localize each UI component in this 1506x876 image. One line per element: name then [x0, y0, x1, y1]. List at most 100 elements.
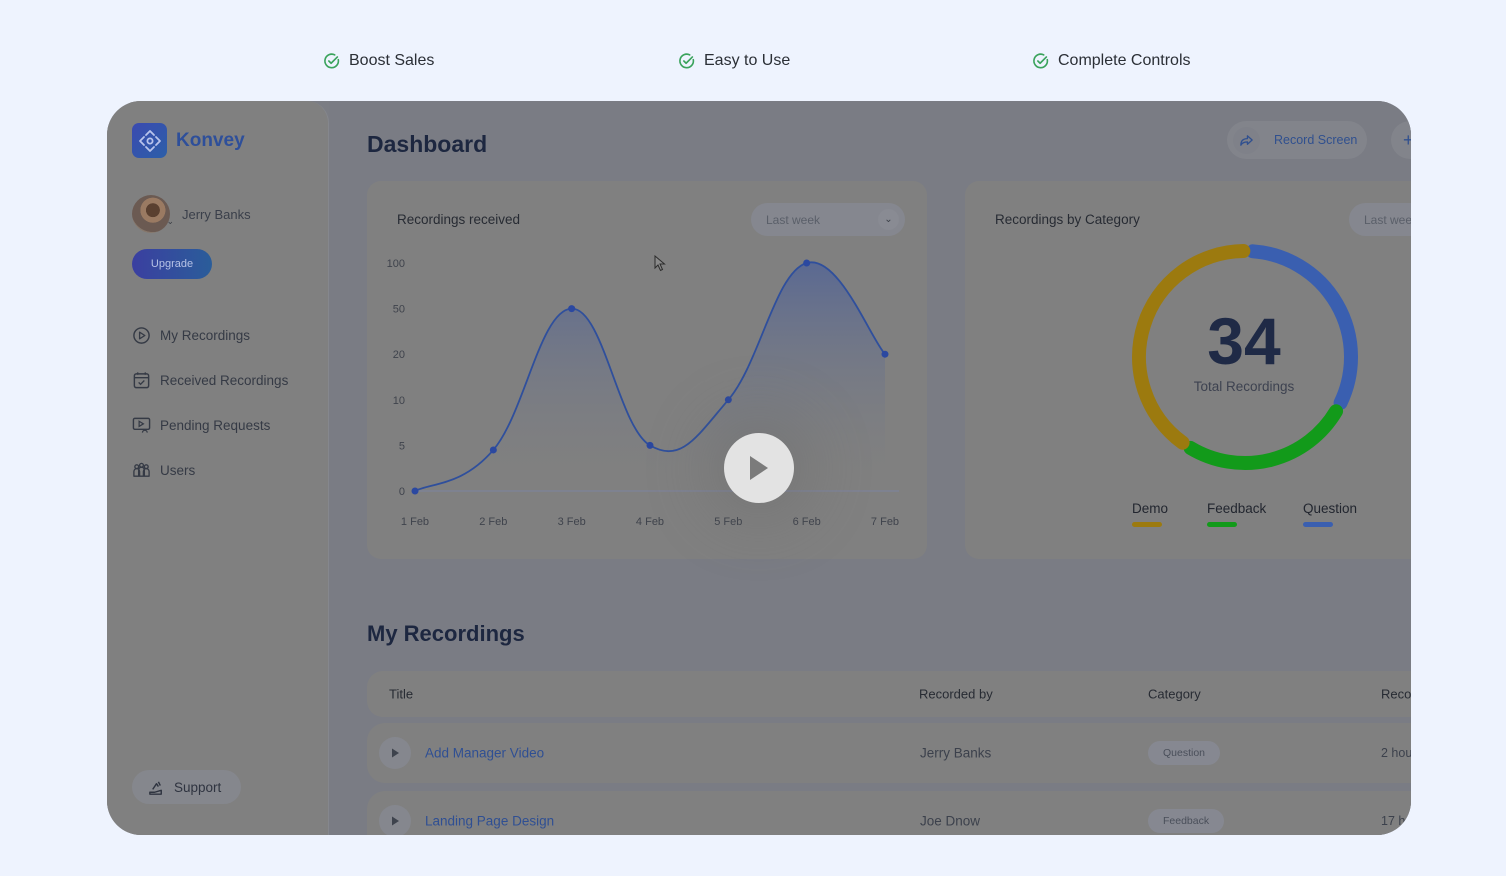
y-tick-label: 100 [387, 258, 405, 270]
feature-label: Easy to Use [704, 52, 791, 69]
record-screen-label: Record Screen [1274, 133, 1358, 147]
recording-title[interactable]: Add Manager Video [425, 746, 544, 761]
calendar-check-icon [133, 372, 150, 389]
legend-label: Feedback [1207, 501, 1267, 516]
brand-logo[interactable]: Konvey [132, 123, 245, 158]
feature-item: Boost Sales [323, 52, 434, 70]
total-recordings-value: 34 [1207, 304, 1281, 378]
x-tick-label: 7 Feb [871, 516, 899, 528]
data-point [646, 441, 654, 449]
data-point [568, 305, 576, 313]
recorded-by: Joe Dnow [920, 813, 981, 829]
share-arrow-icon [1233, 126, 1260, 154]
feature-label: Boost Sales [349, 52, 435, 69]
legend-feedback: Feedback [1207, 501, 1266, 527]
y-tick-label: 10 [393, 395, 405, 407]
data-point [489, 446, 497, 454]
brand-name: Konvey [176, 129, 245, 151]
avatar[interactable]: ⌄ [132, 195, 174, 233]
recordings-received-card: 0 5 10 20 50 100 1 Feb 2 Feb 3 Feb 4 Feb 5 Feb 6 Fe… [367, 181, 927, 559]
recorded-time: 17 h [1381, 814, 1406, 828]
card-title: Recordings by Category [995, 212, 1140, 227]
recordings-line-chart: 0 5 10 20 50 100 1 Feb 2 Feb 3 Feb 4 Feb 5 Feb 6 Fe… [387, 258, 899, 528]
chevron-down-icon: ⌄ [878, 209, 899, 230]
feature-list: Boost Sales Easy to Use Complete Control… [0, 52, 1506, 78]
sidebar-item-users[interactable]: Users [132, 448, 288, 493]
range-dropdown[interactable]: Last wee [1349, 203, 1411, 236]
legend-demo: Demo [1132, 501, 1168, 527]
user-name: Jerry Banks [182, 206, 251, 222]
y-tick-label: 20 [393, 349, 405, 361]
sidebar: Konvey ⌄ Jerry Banks Upgrade My Recordin… [107, 101, 329, 835]
sidebar-item-label: Users [160, 463, 196, 478]
play-circle-icon [133, 327, 150, 344]
play-icon [750, 456, 768, 480]
data-point [881, 350, 889, 358]
data-point [803, 259, 811, 267]
donut-segment-feedback [1183, 404, 1344, 470]
recording-title[interactable]: Landing Page Design [425, 814, 554, 829]
sidebar-item-label: My Recordings [160, 328, 251, 343]
recordings-by-category-card: Recordings by Category Last wee 34 Total… [965, 181, 1411, 559]
x-tick-label: 1 Feb [401, 516, 429, 528]
y-tick-label: 0 [399, 486, 405, 498]
my-recordings-heading: My Recordings [367, 621, 525, 646]
main-content: Dashboard Record Screen + 0 5 10 20 50 100 1 F… [329, 101, 1411, 835]
sidebar-item-received-recordings[interactable]: Received Recordings [132, 358, 288, 403]
legend-label: Question [1303, 501, 1358, 516]
range-value: Last wee [1364, 212, 1411, 227]
play-icon[interactable] [379, 737, 411, 769]
konvey-logo-icon [132, 123, 167, 158]
feature-item: Easy to Use [678, 52, 790, 70]
category-badge: Feedback [1148, 809, 1225, 833]
legend-swatch [1303, 522, 1333, 527]
check-circle-icon [324, 53, 340, 69]
support-button[interactable]: Support [132, 770, 241, 804]
x-tick-label: 5 Feb [714, 516, 742, 528]
range-dropdown[interactable]: Last week ⌄ [751, 203, 905, 236]
mouse-cursor-icon [654, 255, 666, 272]
screen-play-icon [132, 417, 151, 433]
page-title: Dashboard [367, 131, 488, 157]
legend-label: Demo [1132, 501, 1169, 516]
data-point [411, 487, 419, 495]
legend-swatch [1207, 522, 1237, 527]
check-circle-icon [679, 53, 695, 69]
y-tick-label: 50 [393, 304, 405, 316]
feature-item: Complete Controls [1032, 52, 1191, 70]
category-badge: Question [1148, 741, 1221, 765]
total-recordings-label: Total Recordings [1193, 379, 1295, 394]
sidebar-nav: My Recordings Received Recordings Pendin… [132, 313, 288, 493]
table-header: Title Recorded by Category Reco [367, 671, 1411, 717]
y-tick-label: 5 [399, 440, 405, 452]
user-menu[interactable]: ⌄ Jerry Banks [132, 195, 251, 233]
recorded-by: Jerry Banks [920, 745, 992, 761]
column-recorded[interactable]: Reco [1381, 687, 1411, 702]
column-category[interactable]: Category [1148, 687, 1201, 702]
sidebar-item-pending-requests[interactable]: Pending Requests [132, 403, 288, 448]
record-screen-button[interactable]: Record Screen [1227, 121, 1367, 159]
column-recorded-by[interactable]: Recorded by [919, 687, 993, 702]
feature-label: Complete Controls [1058, 52, 1191, 69]
table-row[interactable]: Landing Page Design Joe Dnow Feedback 17… [367, 791, 1411, 835]
chevron-down-icon: ⌄ [166, 216, 174, 226]
x-tick-label: 3 Feb [558, 516, 586, 528]
card-title: Recordings received [397, 212, 521, 227]
sidebar-item-label: Pending Requests [160, 418, 271, 433]
video-play-button[interactable] [724, 433, 794, 503]
x-tick-label: 6 Feb [793, 516, 821, 528]
support-label: Support [174, 779, 222, 795]
play-icon[interactable] [379, 805, 411, 835]
sidebar-item-label: Received Recordings [160, 373, 289, 388]
column-title[interactable]: Title [389, 687, 413, 702]
legend-swatch [1132, 522, 1162, 527]
legend-question: Question [1303, 501, 1357, 527]
check-circle-icon [1033, 53, 1049, 69]
upgrade-button[interactable]: Upgrade [132, 249, 212, 279]
add-button[interactable]: + [1391, 121, 1411, 159]
support-hand-icon [149, 780, 162, 795]
table-row[interactable]: Add Manager Video Jerry Banks Question 2… [367, 723, 1411, 783]
area-fill [415, 262, 885, 491]
x-tick-label: 4 Feb [636, 516, 664, 528]
sidebar-item-my-recordings[interactable]: My Recordings [132, 313, 288, 358]
